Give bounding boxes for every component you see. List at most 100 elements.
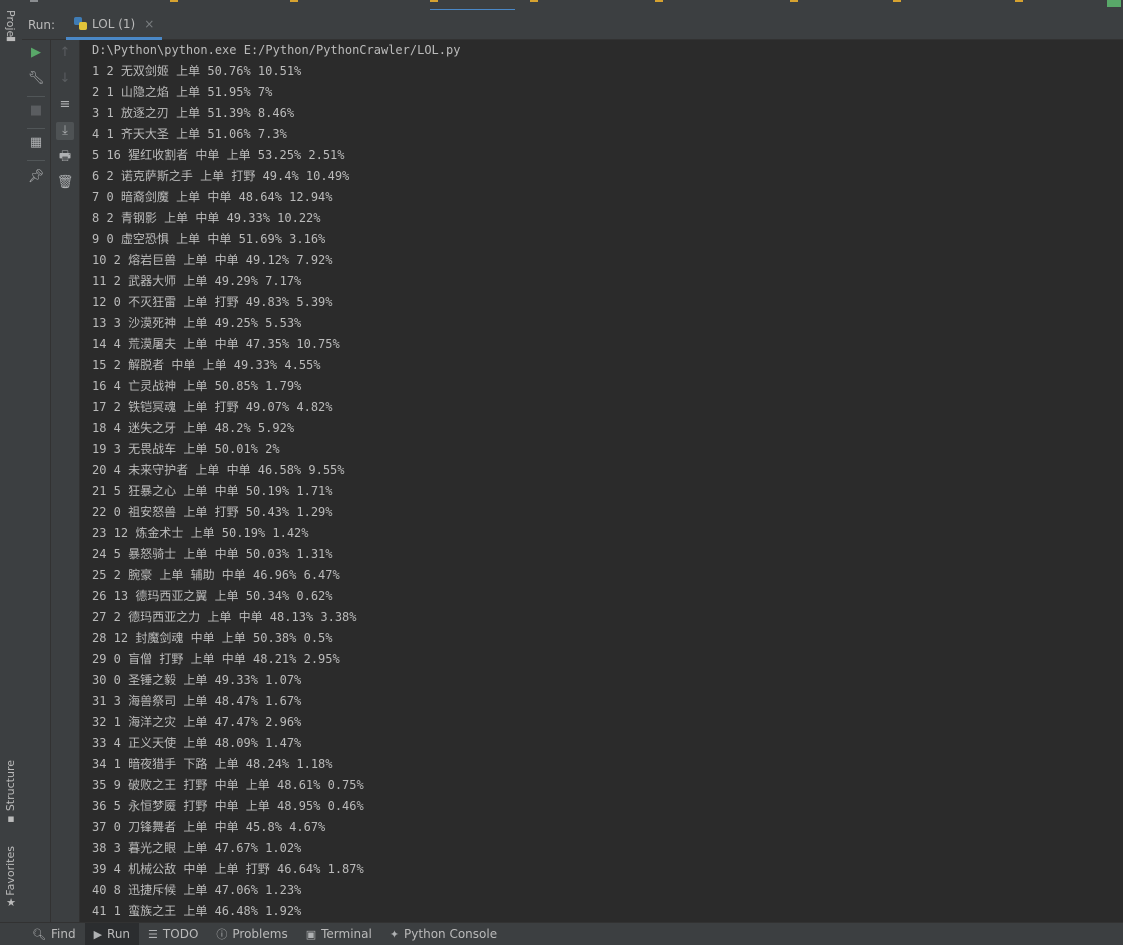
console-line: 38 3 暮光之眼 上单 47.67% 1.02% xyxy=(92,841,302,855)
python-file-icon xyxy=(1015,0,1023,2)
arrow-down-icon[interactable]: ↓ xyxy=(56,70,74,88)
todo-tool-button[interactable]: ☰ TODO xyxy=(139,923,207,945)
console-line: 30 0 圣锤之毅 上单 49.33% 1.07% xyxy=(92,673,302,687)
console-line: 13 3 沙漠死神 上单 49.25% 5.53% xyxy=(92,316,302,330)
terminal-icon: ▣ xyxy=(305,927,317,941)
layout-icon[interactable]: ▦ xyxy=(27,134,45,152)
console-line: 4 1 齐天大圣 上单 51.06% 7.3% xyxy=(92,127,287,141)
console-line: 22 0 祖安怒兽 上单 打野 50.43% 1.29% xyxy=(92,505,333,519)
console-line: 15 2 解脱者 中单 上单 49.33% 4.55% xyxy=(92,358,321,372)
console-line: 9 0 虚空恐惧 上单 中单 51.69% 3.16% xyxy=(92,232,326,246)
soft-wrap-icon[interactable]: ≡ xyxy=(56,96,74,114)
console-line: 24 5 暴怒骑士 上单 中单 50.03% 1.31% xyxy=(92,547,333,561)
file-icon xyxy=(30,0,38,2)
console-line: 28 12 封魔剑魂 中单 上单 50.38% 0.5% xyxy=(92,631,333,645)
editor-tab[interactable] xyxy=(1015,0,1027,9)
console-line: 18 4 迷失之牙 上单 48.2% 5.92% xyxy=(92,421,295,435)
console-line: 25 2 腕豪 上单 辅助 中单 46.96% 6.47% xyxy=(92,568,340,582)
structure-icon: ▪ xyxy=(7,812,15,825)
toolbar-divider xyxy=(27,160,45,161)
console-line: 40 8 迅捷斥候 上单 47.06% 1.23% xyxy=(92,883,302,897)
print-icon[interactable]: 🖶︎ xyxy=(56,148,74,166)
python-console-icon: ✦ xyxy=(389,927,400,941)
editor-tab[interactable] xyxy=(290,0,302,9)
console-line: 17 2 铁铠冥魂 上单 打野 49.07% 4.82% xyxy=(92,400,333,414)
console-line: 16 4 亡灵战神 上单 50.85% 1.79% xyxy=(92,379,302,393)
close-icon[interactable]: × xyxy=(144,17,154,31)
console-line: 27 2 德玛西亚之力 上单 中单 48.13% 3.38% xyxy=(92,610,357,624)
console-line: 31 3 海兽祭司 上单 48.47% 1.67% xyxy=(92,694,302,708)
stop-icon[interactable]: ■ xyxy=(27,102,45,120)
folder-icon: ▬ xyxy=(5,32,17,45)
console-output[interactable]: D:\Python\python.exe E:/Python/PythonCra… xyxy=(80,40,1123,922)
run-toolbar-secondary: ↑ ↓ ≡ ⤓ 🖶︎ 🗑︎ xyxy=(51,40,80,922)
scroll-to-end-icon[interactable]: ⤓ xyxy=(56,122,74,140)
python-file-icon xyxy=(170,0,178,2)
toolbar-divider xyxy=(27,128,45,129)
editor-tab[interactable] xyxy=(30,0,42,9)
arrow-up-icon[interactable]: ↑ xyxy=(56,44,74,62)
console-line: 21 5 狂暴之心 上单 中单 50.19% 1.71% xyxy=(92,484,333,498)
console-line: 6 2 诺克萨斯之手 上单 打野 49.4% 10.49% xyxy=(92,169,350,183)
left-tool-strip: Proje ▬ Structure ▪ Favorites ★ xyxy=(0,10,23,922)
editor-tab[interactable] xyxy=(893,0,905,9)
find-label: Find xyxy=(50,927,76,941)
terminal-tool-button[interactable]: ▣ Terminal xyxy=(297,923,381,945)
run-tab-label: LOL (1) xyxy=(92,16,136,31)
problems-label: Problems xyxy=(232,927,288,941)
structure-tool-button[interactable]: Structure xyxy=(4,760,17,811)
search-icon: 🔍︎ xyxy=(32,927,46,941)
console-line: 11 2 武器大师 上单 49.29% 7.17% xyxy=(92,274,302,288)
run-toolbar-primary: ▶ 🔧︎ ■ ▦ 📌︎ xyxy=(22,40,51,922)
console-line: 34 1 暗夜猎手 下路 上单 48.24% 1.18% xyxy=(92,757,333,771)
console-line: 1 2 无双剑姬 上单 50.76% 10.51% xyxy=(92,64,302,78)
console-line: 14 4 荒漠屠夫 上单 中单 47.35% 10.75% xyxy=(92,337,340,351)
python-file-icon xyxy=(655,0,663,2)
console-line: 12 0 不灭狂雷 上单 打野 49.83% 5.39% xyxy=(92,295,333,309)
console-line: 20 4 未来守护者 上单 中单 46.58% 9.55% xyxy=(92,463,345,477)
problems-tool-button[interactable]: ⓘ Problems xyxy=(207,923,296,945)
wrench-icon[interactable]: 🔧︎ xyxy=(27,70,45,88)
pin-icon[interactable]: 📌︎ xyxy=(27,168,45,186)
editor-tab[interactable] xyxy=(530,0,542,9)
console-line: 2 1 山隐之焰 上单 51.95% 7% xyxy=(92,85,273,99)
console-line: 5 16 猩红收割者 中单 上单 53.25% 2.51% xyxy=(92,148,345,162)
python-file-icon xyxy=(290,0,298,2)
python-file-icon xyxy=(893,0,901,2)
run-tool-button[interactable]: ▶ Run xyxy=(84,923,140,945)
python-console-tool-button[interactable]: ✦ Python Console xyxy=(381,923,506,945)
console-line: 10 2 熔岩巨兽 上单 中单 49.12% 7.92% xyxy=(92,253,333,267)
rerun-icon[interactable]: ▶ xyxy=(27,44,45,62)
python-file-icon xyxy=(790,0,798,2)
console-line: 36 5 永恒梦魇 打野 中单 上单 48.95% 0.46% xyxy=(92,799,364,813)
console-line: 32 1 海洋之灾 上单 47.47% 2.96% xyxy=(92,715,302,729)
console-line: 3 1 放逐之刃 上单 51.39% 8.46% xyxy=(92,106,295,120)
console-lines: D:\Python\python.exe E:/Python/PythonCra… xyxy=(92,40,460,922)
python-icon xyxy=(74,17,87,30)
favorites-tool-button[interactable]: Favorites xyxy=(4,846,17,896)
editor-tab[interactable] xyxy=(655,0,667,9)
database-icon[interactable] xyxy=(1107,0,1121,7)
terminal-label: Terminal xyxy=(321,927,372,941)
run-tab-lol[interactable]: LOL (1) × xyxy=(66,10,163,40)
console-line: 39 4 机械公敌 中单 上单 打野 46.64% 1.87% xyxy=(92,862,364,876)
editor-tab[interactable] xyxy=(790,0,802,9)
console-line: 23 12 炼金术士 上单 50.19% 1.42% xyxy=(92,526,309,540)
console-line: 35 9 破败之王 打野 中单 上单 48.61% 0.75% xyxy=(92,778,364,792)
console-line: 8 2 青钢影 上单 中单 49.33% 10.22% xyxy=(92,211,321,225)
console-line: D:\Python\python.exe E:/Python/PythonCra… xyxy=(92,43,461,57)
console-line: 19 3 无畏战车 上单 50.01% 2% xyxy=(92,442,280,456)
console-line: 7 0 暗裔剑魔 上单 中单 48.64% 12.94% xyxy=(92,190,333,204)
run-label: Run: xyxy=(28,18,56,32)
find-tool-button[interactable]: 🔍︎ Find xyxy=(0,923,85,945)
run-panel-header: Run: LOL (1) × xyxy=(22,10,1123,40)
play-icon: ▶ xyxy=(93,927,103,941)
trash-icon[interactable]: 🗑︎ xyxy=(56,174,74,192)
console-line: 29 0 盲僧 打野 上单 中单 48.21% 2.95% xyxy=(92,652,340,666)
run-tool-label: Run xyxy=(107,927,131,941)
toolbar-divider xyxy=(27,96,45,97)
console-line: 41 1 蛮族之王 上单 46.48% 1.92% xyxy=(92,904,302,918)
console-line: 33 4 正义天使 上单 48.09% 1.47% xyxy=(92,736,302,750)
editor-tab[interactable] xyxy=(170,0,182,9)
bottom-tool-bar: 🔍︎ Find ▶ Run ☰ TODO ⓘ Problems ▣ Termin… xyxy=(0,922,1123,945)
